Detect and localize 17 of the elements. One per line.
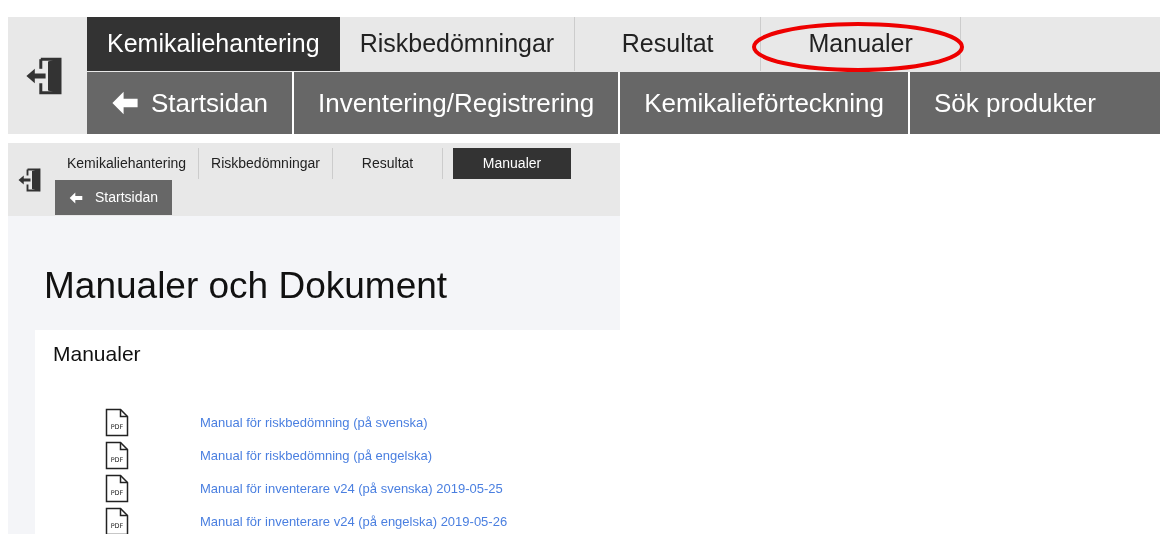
document-link[interactable]: Manual för riskbedömning (på svenska) — [200, 412, 428, 433]
nav-tab[interactable]: Riskbedömningar — [339, 17, 576, 71]
nav-tab[interactable]: Kemikaliehantering — [87, 17, 340, 71]
back-arrow-icon — [111, 89, 139, 117]
nav-tab[interactable]: Manualer — [761, 17, 962, 71]
nav-tab[interactable]: Resultat — [575, 17, 762, 71]
nav-tab[interactable]: Manualer — [453, 148, 572, 179]
document-link[interactable]: Manual för riskbedömning (på engelska) — [200, 445, 432, 466]
section-title: Manualer — [53, 341, 142, 367]
nav-tab[interactable]: Resultat — [333, 148, 444, 179]
page-heading: Manualer och Dokument — [44, 264, 449, 308]
nav-tab[interactable]: Kemikaliehantering — [55, 148, 200, 179]
document-link[interactable]: Manual för inventerare v24 (på svenska) 2019-05-25 — [200, 478, 503, 499]
nav-tab[interactable]: Riskbedömningar — [199, 148, 334, 179]
document-link[interactable]: Manual för inventerare v24 (på engelska) 2019-05-26 — [200, 511, 508, 532]
back-nav-link[interactable]: Startsidan — [55, 180, 173, 215]
back-arrow-icon — [69, 190, 83, 205]
